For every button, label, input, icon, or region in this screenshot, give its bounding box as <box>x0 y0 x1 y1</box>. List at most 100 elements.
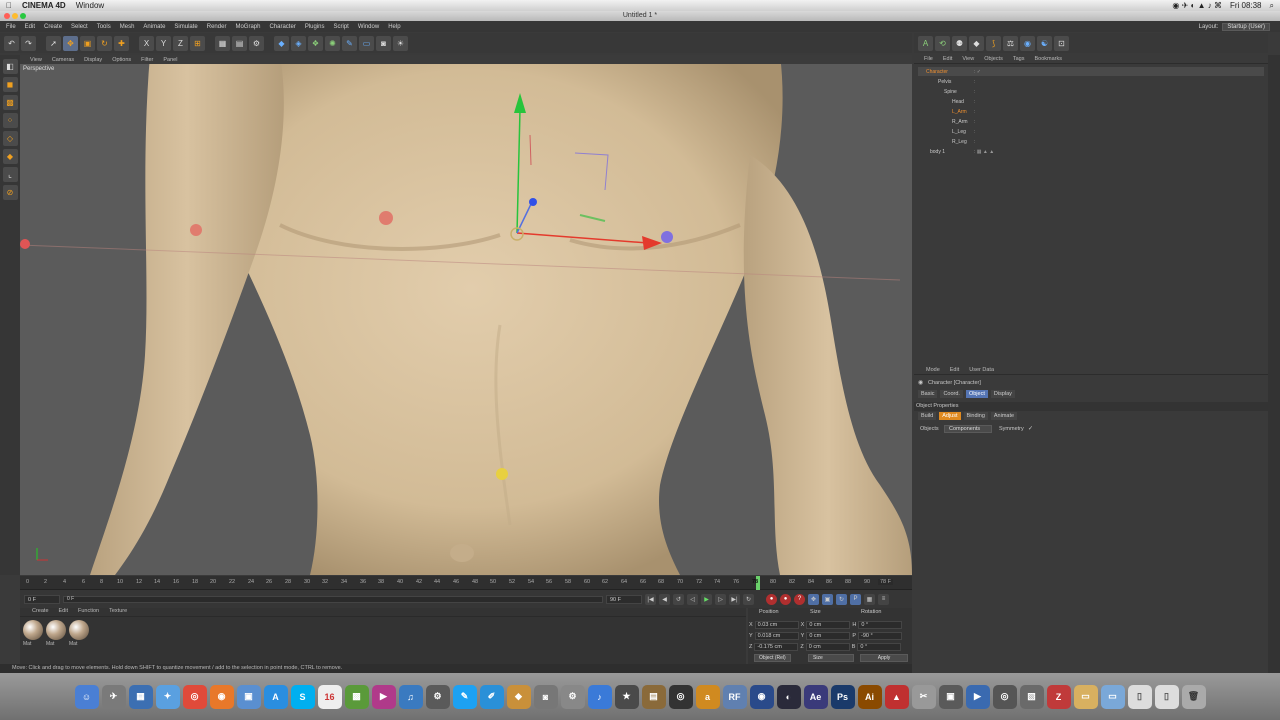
render-picture-viewer-icon[interactable]: ▤ <box>232 35 247 51</box>
archive-icon[interactable]: ◆ <box>506 684 531 709</box>
prev-key-icon[interactable]: ◀ <box>659 593 670 605</box>
app-store-icon[interactable]: A <box>263 684 288 709</box>
coordinate-system-icon[interactable]: ⊞ <box>190 35 205 51</box>
object-row[interactable]: body 1: ▦ ▲ ▲ <box>918 147 1264 156</box>
launchpad-icon[interactable]: ✈ <box>101 684 126 709</box>
document-icon[interactable]: ▯ <box>1154 684 1179 709</box>
downloads-folder-icon[interactable]: ▭ <box>1100 684 1125 709</box>
object-row[interactable]: R_Leg: <box>918 137 1264 146</box>
utility-icon[interactable]: ⚙ <box>425 684 450 709</box>
mac-menu-window[interactable]: Window <box>76 1 104 10</box>
visibility-flags-icon[interactable]: : <box>974 99 975 105</box>
document-icon[interactable]: ▯ <box>1127 684 1152 709</box>
menu-file[interactable]: File <box>6 24 16 30</box>
size-x-field[interactable]: 0 cm <box>806 621 851 629</box>
subtab-build[interactable]: Build <box>918 412 937 420</box>
object-row[interactable]: L_Arm: <box>918 107 1264 116</box>
amazon-icon[interactable]: a <box>695 684 720 709</box>
joint-handle[interactable] <box>379 211 393 225</box>
menu-mograph[interactable]: MoGraph <box>235 24 260 30</box>
mac-app-name[interactable]: CINEMA 4D <box>22 1 66 10</box>
keyframe-selection-icon[interactable]: ? <box>794 593 805 605</box>
rotation-h-field[interactable]: 0 ° <box>858 621 903 629</box>
obj-menu-file[interactable]: File <box>924 56 933 62</box>
rotation-b-field[interactable]: 0 ° <box>857 643 902 651</box>
perspective-viewport[interactable]: View Cameras Display Options Filter Pane… <box>20 55 912 575</box>
obj-menu-objects[interactable]: Objects <box>984 56 1003 62</box>
menu-mesh[interactable]: Mesh <box>120 24 135 30</box>
size-y-field[interactable]: 0 cm <box>806 632 851 640</box>
attr-menu-mode[interactable]: Mode <box>926 367 940 373</box>
visibility-flags-icon[interactable]: : ▦ ▲ ▲ <box>974 149 994 155</box>
material-swatch[interactable]: Mat <box>69 620 91 650</box>
preview-icon[interactable]: ▣ <box>236 684 261 709</box>
joint-handle[interactable] <box>496 468 508 480</box>
texture-mode-icon[interactable]: ▩ <box>2 95 18 110</box>
vp-menu-panel[interactable]: Panel <box>163 57 177 63</box>
photos-icon[interactable]: ▤ <box>641 684 666 709</box>
mission-control-icon[interactable]: ▦ <box>128 684 153 709</box>
itunes-icon[interactable]: ♫ <box>398 684 423 709</box>
clapper-icon[interactable]: ▧ <box>1019 684 1044 709</box>
media-player-icon[interactable]: ▶ <box>371 684 396 709</box>
object-row[interactable]: Character: ✓ <box>918 67 1264 76</box>
key-scale-icon[interactable]: ▣ <box>822 593 833 605</box>
blender-icon[interactable]: ◉ <box>749 684 774 709</box>
mat-menu-edit[interactable]: Edit <box>59 608 68 616</box>
end-frame-field[interactable]: 90 F <box>606 594 642 604</box>
acrobat-icon[interactable]: ▲ <box>884 684 909 709</box>
motion-icon[interactable]: ◎ <box>992 684 1017 709</box>
polygons-mode-icon[interactable]: ◆ <box>2 149 18 164</box>
nurbs-icon[interactable]: ◈ <box>291 35 306 51</box>
material-swatch[interactable]: Mat <box>46 620 68 650</box>
obj-menu-bookmarks[interactable]: Bookmarks <box>1034 56 1062 62</box>
close-window-icon[interactable] <box>4 13 10 19</box>
snap-icon[interactable]: ⊘ <box>2 185 18 200</box>
menu-select[interactable]: Select <box>71 24 88 30</box>
pose-morph-icon[interactable]: ☯ <box>1037 35 1052 51</box>
spline-pen-icon[interactable]: ✎ <box>342 35 357 51</box>
size-z-field[interactable]: 0 cm <box>805 643 850 651</box>
skype-icon[interactable]: S <box>290 684 315 709</box>
camera-app-icon[interactable]: ◙ <box>533 684 558 709</box>
menu-edit[interactable]: Edit <box>25 24 35 30</box>
weight-tool-icon[interactable]: ⚖ <box>1003 35 1018 51</box>
realflow-icon[interactable]: RF <box>722 684 747 709</box>
obj-menu-edit[interactable]: Edit <box>943 56 952 62</box>
object-row[interactable]: R_Arm: <box>918 117 1264 126</box>
timeline-menu-icon[interactable]: ≡ <box>878 593 889 605</box>
twitter-icon[interactable]: ✎ <box>452 684 477 709</box>
music-icon[interactable]: ♪ <box>587 684 612 709</box>
finder-icon[interactable]: ☺ <box>74 684 99 709</box>
array-icon[interactable]: ❖ <box>308 35 323 51</box>
menu-help[interactable]: Help <box>388 24 400 30</box>
visibility-flags-icon[interactable]: : <box>974 119 975 125</box>
add-object-icon[interactable]: ✚ <box>114 35 129 51</box>
layout-select[interactable]: Startup (User) <box>1222 22 1270 31</box>
cube-icon[interactable]: ◆ <box>274 35 289 51</box>
visibility-flags-icon[interactable]: : ✓ <box>974 69 981 75</box>
cmotion-icon[interactable]: ⟲ <box>935 35 950 51</box>
object-row[interactable]: L_Leg: <box>918 127 1264 136</box>
autokey-icon[interactable]: ● <box>780 593 791 605</box>
render-view-icon[interactable]: ▦ <box>215 35 230 51</box>
system-prefs-icon[interactable]: ⚙ <box>560 684 585 709</box>
apple-icon[interactable]:  <box>6 1 12 10</box>
cinema4d-icon[interactable]: ◐ <box>776 684 801 709</box>
attr-menu-userdata[interactable]: User Data <box>969 367 994 373</box>
deformer-icon[interactable]: ✺ <box>325 35 340 51</box>
obj-menu-tags[interactable]: Tags <box>1013 56 1025 62</box>
joint-tool-icon[interactable]: ⚉ <box>952 35 967 51</box>
edges-mode-icon[interactable]: ◇ <box>2 131 18 146</box>
menu-character[interactable]: Character <box>269 24 295 30</box>
model-mode-icon[interactable]: ◼ <box>2 77 18 92</box>
menu-script[interactable]: Script <box>334 24 349 30</box>
menu-window[interactable]: Window <box>358 24 379 30</box>
y-axis-lock-icon[interactable]: Y <box>156 35 171 51</box>
z-axis-lock-icon[interactable]: Z <box>173 35 188 51</box>
loop-icon[interactable]: ↺ <box>673 593 684 605</box>
goto-start-icon[interactable]: |◀ <box>645 593 656 605</box>
trash-icon[interactable]: 🗑 <box>1181 684 1206 709</box>
position-y-field[interactable]: 0.018 cm <box>754 632 799 640</box>
z-axis-handle[interactable] <box>529 198 537 206</box>
